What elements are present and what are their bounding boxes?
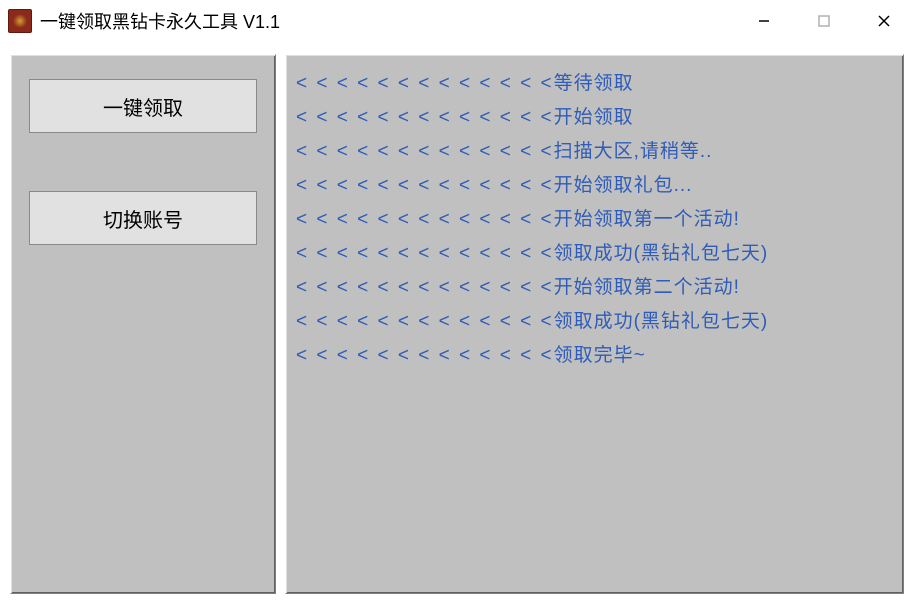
log-message: 开始领取礼包... [554, 175, 693, 196]
log-message: 等待领取 [554, 73, 634, 94]
minimize-icon [757, 14, 771, 28]
titlebar: 一键领取黑钻卡永久工具 V1.1 [0, 0, 914, 42]
log-line: < < < < < < < < < < < < <开始领取第一个活动! [296, 203, 893, 237]
log-panel: < < < < < < < < < < < < <等待领取< < < < < <… [285, 54, 904, 594]
log-prefix: < < < < < < < < < < < < < [296, 175, 554, 196]
window-controls [734, 0, 914, 42]
log-prefix: < < < < < < < < < < < < < [296, 243, 554, 264]
log-message: 开始领取第二个活动! [554, 277, 740, 298]
close-icon [877, 14, 891, 28]
log-message: 开始领取 [554, 107, 634, 128]
log-line: < < < < < < < < < < < < <开始领取第二个活动! [296, 271, 893, 305]
log-message: 领取成功(黑钻礼包七天) [554, 243, 769, 264]
close-button[interactable] [854, 0, 914, 42]
switch-account-button[interactable]: 切换账号 [29, 191, 257, 245]
app-icon [8, 9, 32, 33]
log-line: < < < < < < < < < < < < <领取成功(黑钻礼包七天) [296, 237, 893, 271]
log-line: < < < < < < < < < < < < <扫描大区,请稍等.. [296, 135, 893, 169]
log-message: 开始领取第一个活动! [554, 209, 740, 230]
log-line: < < < < < < < < < < < < <领取成功(黑钻礼包七天) [296, 305, 893, 339]
log-prefix: < < < < < < < < < < < < < [296, 107, 554, 128]
log-prefix: < < < < < < < < < < < < < [296, 311, 554, 332]
log-line: < < < < < < < < < < < < <领取完毕~ [296, 339, 893, 373]
log-prefix: < < < < < < < < < < < < < [296, 345, 554, 366]
log-prefix: < < < < < < < < < < < < < [296, 141, 554, 162]
body-area: 一键领取 切换账号 < < < < < < < < < < < < <等待领取<… [0, 42, 914, 604]
maximize-button[interactable] [794, 0, 854, 42]
maximize-icon [817, 14, 831, 28]
log-prefix: < < < < < < < < < < < < < [296, 277, 554, 298]
left-panel: 一键领取 切换账号 [10, 54, 276, 594]
log-message: 领取成功(黑钻礼包七天) [554, 311, 769, 332]
log-message: 扫描大区,请稍等.. [554, 141, 713, 162]
app-window: 一键领取黑钻卡永久工具 V1.1 一键领取 切换账号 [0, 0, 914, 604]
log-prefix: < < < < < < < < < < < < < [296, 209, 554, 230]
window-title: 一键领取黑钻卡永久工具 V1.1 [40, 8, 280, 34]
minimize-button[interactable] [734, 0, 794, 42]
log-line: < < < < < < < < < < < < <开始领取礼包... [296, 169, 893, 203]
claim-button[interactable]: 一键领取 [29, 79, 257, 133]
log-line: < < < < < < < < < < < < <开始领取 [296, 101, 893, 135]
log-line: < < < < < < < < < < < < <等待领取 [296, 67, 893, 101]
log-message: 领取完毕~ [554, 345, 646, 366]
log-prefix: < < < < < < < < < < < < < [296, 73, 554, 94]
